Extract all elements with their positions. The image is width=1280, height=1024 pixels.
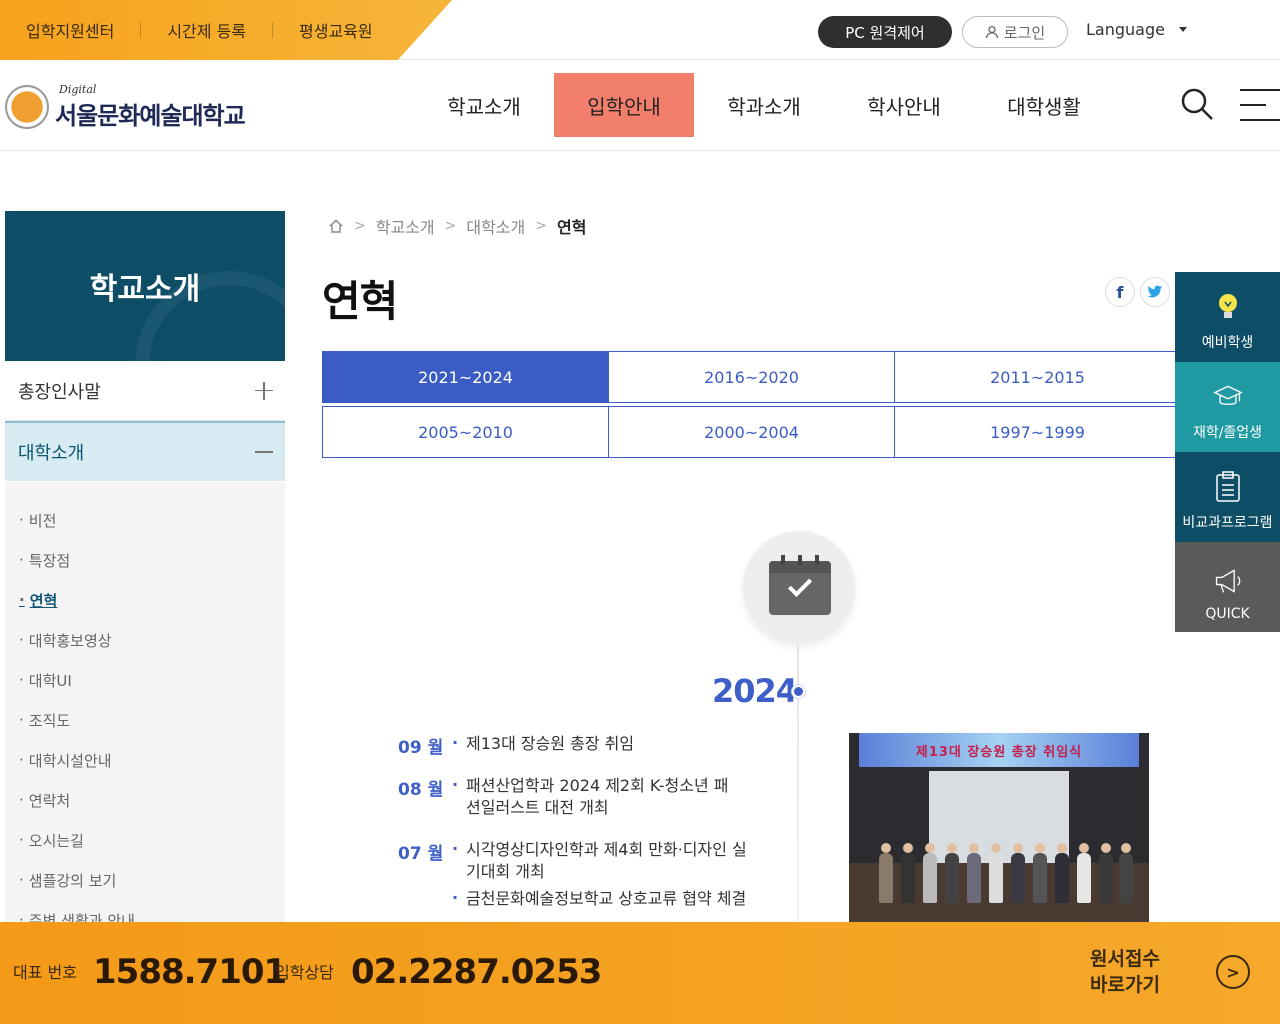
nav-departments[interactable]: 학과소개 bbox=[694, 73, 834, 137]
hamburger-menu-icon[interactable] bbox=[1240, 89, 1280, 121]
global-nav: 학교소개 입학안내 학과소개 학사안내 대학생활 bbox=[414, 73, 1114, 137]
quick-prospective-students[interactable]: 예비학생 bbox=[1175, 272, 1280, 362]
calendar-check-icon bbox=[743, 531, 855, 643]
event-photo: 제13대 장승원 총장 취임식 bbox=[849, 733, 1149, 923]
sidebar-group-label: 총장인사말 bbox=[18, 381, 101, 403]
sidebar-item-org-chart[interactable]: 조직도 bbox=[5, 700, 285, 740]
university-seal-icon bbox=[5, 85, 49, 129]
contact-bar: 대표 번호 1588.7101 입학상담 02.2287.0253 원서접수 바… bbox=[0, 922, 1280, 1024]
consult-label: 입학상담 bbox=[275, 963, 334, 982]
sidebar-group-greeting[interactable]: 총장인사말 bbox=[5, 361, 285, 421]
search-icon[interactable] bbox=[1180, 87, 1214, 121]
language-select[interactable]: Language bbox=[1086, 20, 1187, 39]
minus-icon bbox=[255, 443, 273, 461]
apply-line1: 원서접수 bbox=[1090, 948, 1160, 970]
quick-menu-toggle[interactable]: QUICK bbox=[1175, 542, 1280, 632]
sidebar-item-contacts[interactable]: 연락처 bbox=[5, 780, 285, 820]
rep-number[interactable]: 1588.7101 bbox=[93, 952, 287, 992]
logo-university-name: 서울문화예술대학교 bbox=[55, 102, 246, 130]
nav-academics[interactable]: 학사안내 bbox=[834, 73, 974, 137]
lightbulb-icon bbox=[1213, 292, 1243, 322]
event-item: 제13대 장승원 총장 취임 bbox=[452, 732, 772, 755]
sidebar-item-history[interactable]: 연혁 bbox=[5, 580, 285, 620]
twitter-share-icon[interactable] bbox=[1140, 277, 1170, 307]
tab-2005-2010[interactable]: 2005~2010 bbox=[322, 406, 609, 458]
graduation-cap-icon bbox=[1212, 382, 1243, 412]
sidebar-group-about[interactable]: 대학소개 bbox=[5, 421, 285, 481]
chevron-right-icon: > bbox=[535, 218, 547, 234]
megaphone-icon bbox=[1213, 566, 1243, 596]
timeline-year: 2024 bbox=[712, 672, 798, 710]
language-label: Language bbox=[1086, 20, 1165, 39]
apply-line2: 바로가기 bbox=[1090, 974, 1160, 996]
tab-2000-2004[interactable]: 2000~2004 bbox=[608, 406, 895, 458]
event-item: 금천문화예술정보학교 상호교류 협약 체결 bbox=[452, 887, 772, 910]
nav-admission[interactable]: 입학안내 bbox=[554, 73, 694, 137]
sidebar-item-sample-lecture[interactable]: 샘플강의 보기 bbox=[5, 860, 285, 900]
photo-banner-title: 제13대 장승원 총장 취임식 bbox=[915, 744, 1083, 760]
rep-number-label: 대표 번호 bbox=[13, 963, 77, 982]
nav-campus-life[interactable]: 대학생활 bbox=[974, 73, 1114, 137]
sidebar-group-label: 대학소개 bbox=[18, 443, 85, 464]
site-logo[interactable]: Digital 서울문화예술대학교 bbox=[5, 83, 246, 131]
plus-icon bbox=[255, 381, 273, 400]
quick-menu: 예비학생 재학/졸업생 비교과프로그램 QUICK bbox=[1175, 272, 1280, 632]
util-link-lifelong-edu[interactable]: 평생교육원 bbox=[273, 18, 399, 42]
event-item: 패션산업학과 2024 제2회 K-청소년 패션일러스트 대전 개최 bbox=[452, 774, 732, 819]
quick-extracurricular[interactable]: 비교과프로그램 bbox=[1175, 452, 1280, 542]
sidebar-item-vision[interactable]: 비전 bbox=[5, 500, 285, 540]
sidebar-submenu: 비전 특장점 연혁 대학홍보영상 대학UI 조직도 대학시설안내 연락처 오시는… bbox=[5, 482, 285, 922]
chevron-right-icon: > bbox=[444, 218, 457, 234]
caret-down-icon bbox=[1178, 27, 1187, 32]
sidebar-item-ui[interactable]: 대학UI bbox=[5, 660, 285, 700]
util-link-part-time[interactable]: 시간제 등록 bbox=[141, 18, 272, 42]
home-icon[interactable] bbox=[328, 218, 344, 234]
year-range-tabs: 2021~2024 2016~2020 2011~2015 2005~2010 … bbox=[322, 351, 1181, 458]
sidebar-item-directions[interactable]: 오시는길 bbox=[5, 820, 285, 860]
quick-students-alumni[interactable]: 재학/졸업생 bbox=[1175, 362, 1280, 452]
timeline-dot bbox=[792, 685, 805, 698]
main-header: Digital 서울문화예술대학교 학교소개 입학안내 학과소개 학사안내 대학… bbox=[0, 61, 1280, 151]
clipboard-icon bbox=[1213, 471, 1243, 502]
sidebar-item-facilities[interactable]: 대학시설안내 bbox=[5, 740, 285, 780]
tab-1997-1999[interactable]: 1997~1999 bbox=[894, 406, 1181, 458]
logo-digital-text: Digital bbox=[59, 83, 97, 96]
tab-2016-2020[interactable]: 2016~2020 bbox=[608, 351, 895, 403]
page-title: 연혁 bbox=[322, 277, 398, 326]
quick-label: 예비학생 bbox=[1201, 335, 1254, 351]
event-month: 09 월 bbox=[398, 738, 444, 758]
nav-school-intro[interactable]: 학교소개 bbox=[414, 73, 554, 137]
breadcrumb-item[interactable]: 학교소개 bbox=[376, 214, 435, 238]
event-item: 시각영상디자인학과 제4회 만화·디자인 실기대회 개최 bbox=[452, 838, 752, 883]
chevron-right-icon: > bbox=[354, 218, 366, 234]
breadcrumb: > 학교소개 > 대학소개 > 연혁 bbox=[328, 214, 586, 238]
facebook-share-icon[interactable]: f bbox=[1105, 277, 1135, 307]
breadcrumb-current: 연혁 bbox=[556, 218, 587, 237]
utility-links: 입학지원센터 시간제 등록 평생교육원 bbox=[0, 0, 399, 60]
user-icon bbox=[985, 25, 998, 39]
consult-number[interactable]: 02.2287.0253 bbox=[351, 952, 602, 992]
twitter-bird-icon bbox=[1147, 285, 1162, 298]
chevron-right-circle-icon[interactable]: > bbox=[1216, 955, 1250, 989]
event-month: 07 월 bbox=[398, 844, 444, 864]
login-button[interactable]: 로그인 bbox=[962, 16, 1068, 48]
photo-banner: 제13대 장승원 총장 취임식 bbox=[859, 733, 1139, 767]
apply-shortcut[interactable]: 원서접수 바로가기 bbox=[1090, 946, 1160, 998]
quick-label: 비교과프로그램 bbox=[1182, 515, 1273, 531]
tab-2011-2015[interactable]: 2011~2015 bbox=[894, 351, 1181, 403]
sidebar-item-promo-video[interactable]: 대학홍보영상 bbox=[5, 620, 285, 660]
login-label: 로그인 bbox=[1003, 23, 1046, 42]
utility-bar: 입학지원센터 시간제 등록 평생교육원 PC 원격제어 로그인 Language bbox=[0, 0, 1280, 60]
util-link-admission-center[interactable]: 입학지원센터 bbox=[0, 18, 140, 42]
quick-label: 재학/졸업생 bbox=[1192, 425, 1263, 441]
breadcrumb-item[interactable]: 대학소개 bbox=[466, 214, 525, 238]
sidebar-item-surroundings[interactable]: 주변 생활과 안내 bbox=[5, 900, 285, 923]
sidebar-item-features[interactable]: 특장점 bbox=[5, 540, 285, 580]
pc-remote-button[interactable]: PC 원격제어 bbox=[818, 16, 952, 48]
tab-2021-2024[interactable]: 2021~2024 bbox=[322, 351, 609, 403]
event-month: 08 월 bbox=[398, 780, 444, 800]
quick-label: QUICK bbox=[1205, 606, 1250, 622]
sidebar-banner: 학교소개 bbox=[5, 211, 285, 361]
